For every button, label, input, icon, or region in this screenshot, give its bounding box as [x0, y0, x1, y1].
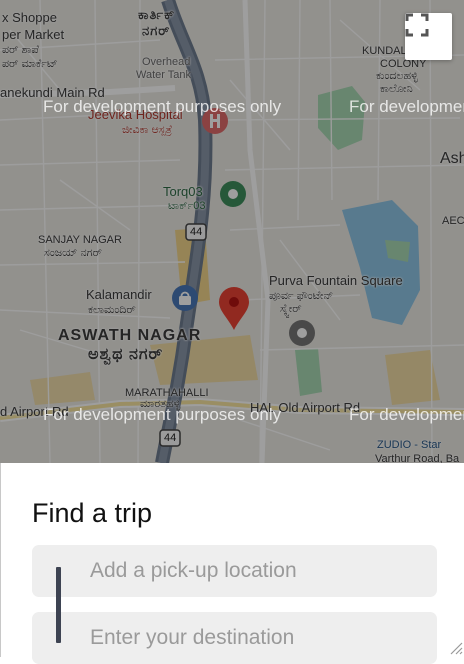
panel-title: Find a trip	[32, 498, 153, 528]
fullscreen-button[interactable]	[405, 13, 452, 60]
fullscreen-icon	[405, 13, 429, 37]
route-connector-line	[56, 567, 61, 643]
dev-watermark: For development purposes only	[349, 405, 464, 424]
map-view[interactable]: x Shoppe per Market ಪರ್ ಶಾಪೆ ಪರ್ ಮಾರ್ಕೆಟ…	[0, 0, 464, 463]
dev-watermark: For development purposes only	[43, 97, 282, 116]
trip-panel: Find a trip	[0, 463, 464, 664]
destination-input[interactable]	[32, 612, 437, 664]
map-dim-overlay	[0, 0, 464, 463]
resize-grip-icon[interactable]	[448, 640, 463, 655]
pickup-input[interactable]	[32, 545, 437, 597]
dev-watermark: For development purposes only	[43, 405, 282, 424]
dev-watermark: For development purposes only	[349, 97, 464, 116]
